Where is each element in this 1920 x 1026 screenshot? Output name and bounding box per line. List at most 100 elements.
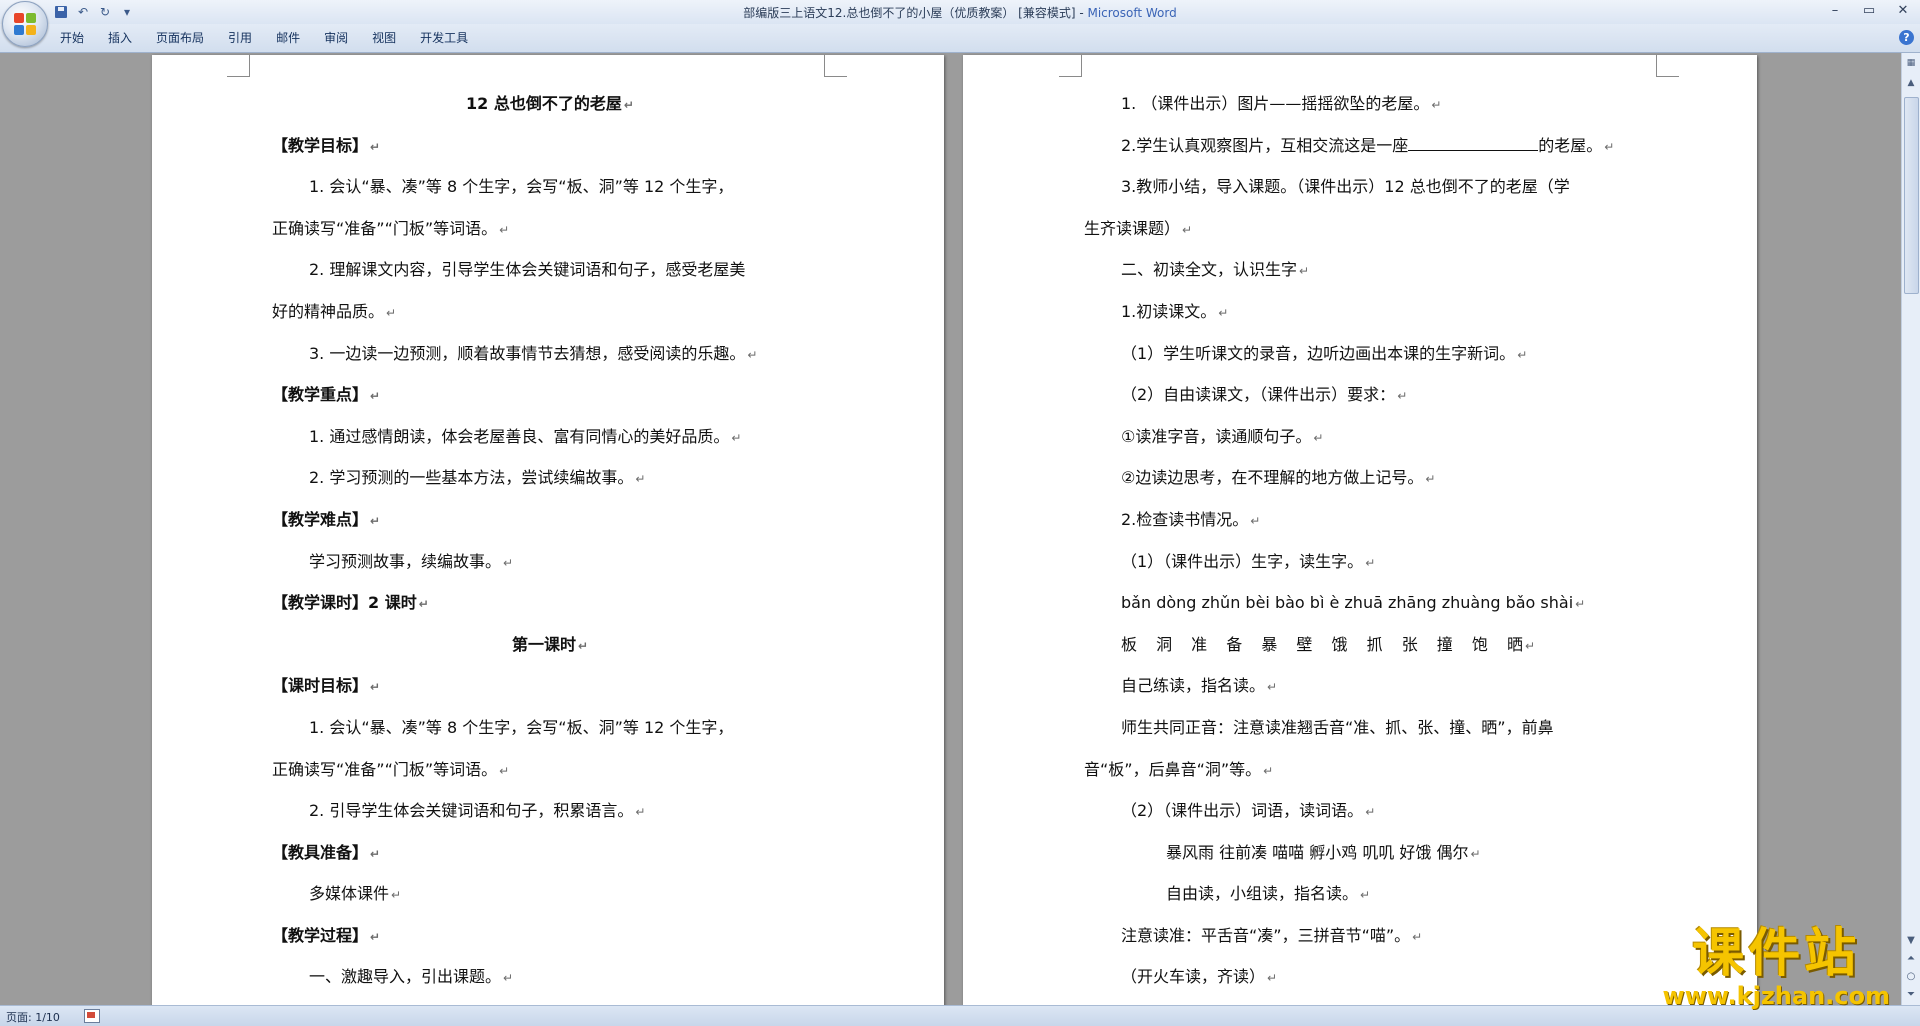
paragraph-line: 【教学重点】 ↵: [272, 374, 828, 416]
help-icon[interactable]: ?: [1899, 30, 1914, 45]
line-text: （1）（课件出示）生字，读生字。: [1121, 551, 1364, 571]
ribbon-tabs: 开始 插入 页面布局 引用 邮件 审阅 视图 开发工具: [48, 24, 480, 52]
page-2: 1. （课件出示）图片——摇摇欲坠的老屋。 ↵ 2.学生认真观察图片，互相交流这是一…: [963, 55, 1757, 1005]
paragraph-line: 生齐读课题） ↵: [1084, 208, 1654, 250]
line-text: 2. 引导学生体会关键词语和句子，积累语言。: [309, 801, 634, 821]
status-bar: 页面: 1/10: [0, 1005, 1920, 1026]
paragraph-mark-icon: ↵: [1299, 264, 1310, 279]
next-page-icon[interactable]: ⏷: [1903, 987, 1919, 1003]
paragraph-line: （开火车读，齐读） ↵: [1084, 956, 1654, 998]
paragraph-mark-icon: ↵: [577, 638, 589, 653]
document-workspace: 12 总也倒不了的老屋 ↵ 【教学目标】 ↵ 1. 会认“暴、凑”等 8 个生字，会写“…: [0, 53, 1902, 1005]
scroll-up-icon[interactable]: ▲: [1903, 75, 1919, 91]
page-2-body[interactable]: 1. （课件出示）图片——摇摇欲坠的老屋。 ↵ 2.学生认真观察图片，互相交流这是一…: [1084, 83, 1654, 998]
line-text: 1. 会认“暴、凑”等 8 个生字，会写“板、洞”等 12 个生字，: [309, 717, 734, 737]
scroll-down-icon[interactable]: ▼: [1903, 933, 1919, 949]
office-button[interactable]: [2, 1, 48, 47]
paragraph-mark-icon: ↵: [391, 888, 402, 903]
paragraph-line: 12 总也倒不了的老屋 ↵: [272, 83, 828, 125]
line-text: ②边读边思考，在不理解的地方做上记号。: [1121, 468, 1424, 488]
ribbon: 开始 插入 页面布局 引用 邮件 审阅 视图 开发工具 ?: [0, 24, 1920, 53]
line-text: 【教学目标】: [272, 135, 369, 155]
line-text: 师生共同正音：注意读准翘舌音“准、抓、张、撞、晒”，前鼻: [1121, 717, 1554, 737]
paragraph-line: 师生共同正音：注意读准翘舌音“准、抓、张、撞、晒”，前鼻: [1084, 707, 1654, 749]
paragraph-line: 1. 通过感情朗读，体会老屋善良、富有同情心的美好品质。 ↵: [272, 416, 828, 458]
paragraph-mark-icon: ↵: [1365, 805, 1376, 820]
line-text: 2.检查读书情况。: [1121, 509, 1249, 529]
paragraph-line: 【教具准备】 ↵: [272, 832, 828, 874]
line-text: 一、激趣导入，引出课题。: [309, 967, 502, 987]
paragraph-line: 正确读写“准备”“门板”等词语。 ↵: [272, 749, 828, 791]
paragraph-line: 2. 理解课文内容，引导学生体会关键词语和句子，感受老屋美: [272, 249, 828, 291]
proofing-icon[interactable]: [84, 1009, 100, 1023]
paragraph-line: 2.学生认真观察图片，互相交流这是一座 的老屋。 ↵: [1084, 125, 1654, 167]
line-text: 12 总也倒不了的老屋: [466, 94, 622, 113]
line-text: 多媒体课件: [309, 884, 390, 904]
paragraph-line: ②边读边思考，在不理解的地方做上记号。 ↵: [1084, 457, 1654, 499]
line-text: 【教学课时】2 课时: [272, 593, 417, 613]
restore-button[interactable]: ▭: [1852, 0, 1886, 20]
paragraph-mark-icon: ↵: [418, 597, 429, 612]
fill-in-blank: [1408, 136, 1539, 151]
page-count[interactable]: 页面: 1/10: [6, 1009, 60, 1025]
tab-2[interactable]: 页面布局: [144, 24, 216, 52]
tab-7[interactable]: 开发工具: [408, 24, 480, 52]
tab-1[interactable]: 插入: [96, 24, 144, 52]
crop-mark: [824, 55, 847, 77]
close-button[interactable]: ✕: [1886, 0, 1920, 20]
watermark: 课件站 www.kjzhan.com: [1663, 925, 1890, 1009]
tab-5[interactable]: 审阅: [312, 24, 360, 52]
browse-object-icon[interactable]: ○: [1903, 969, 1919, 985]
ruler-toggle-icon[interactable]: ▦: [1903, 55, 1919, 71]
tab-3[interactable]: 引用: [216, 24, 264, 52]
paragraph-line: 1. 会认“暴、凑”等 8 个生字，会写“板、洞”等 12 个生字，: [272, 707, 828, 749]
line-text: 【教学过程】: [272, 925, 369, 945]
crop-mark: [1656, 55, 1679, 77]
paragraph-line: 2.检查读书情况。 ↵: [1084, 499, 1654, 541]
paragraph-line: 自己练读，指名读。 ↵: [1084, 665, 1654, 707]
line-text: 【教学重点】: [272, 385, 369, 405]
paragraph-line: 音“板”，后鼻音“洞”等。 ↵: [1084, 749, 1654, 791]
paragraph-mark-icon: ↵: [1360, 888, 1371, 903]
paragraph-mark-icon: ↵: [1431, 98, 1442, 112]
line-text-tail: 的老屋。: [1538, 135, 1603, 155]
paragraph-mark-icon: ↵: [635, 805, 646, 820]
minimize-button[interactable]: –: [1818, 0, 1852, 20]
paragraph-line: 好的精神品质。 ↵: [272, 291, 828, 333]
paragraph-line: 【教学课时】2 课时 ↵: [272, 582, 828, 624]
line-text: 2.学生认真观察图片，互相交流这是一座: [1121, 135, 1409, 155]
line-text: 2. 学习预测的一些基本方法，尝试续编故事。: [309, 468, 634, 488]
paragraph-line: bǎn dòng zhǔn bèi bào bì è zhuā zhāng zh…: [1084, 582, 1654, 624]
tab-0[interactable]: 开始: [48, 24, 96, 52]
watermark-title: 课件站: [1692, 924, 1861, 984]
paragraph-mark-icon: ↵: [1524, 638, 1536, 653]
line-text: 1.初读课文。: [1121, 301, 1217, 321]
line-text: 3.教师小结，导入课题。（课件出示）12 总也倒不了的老屋（学: [1121, 177, 1570, 197]
paragraph-line: 学习预测故事，续编故事。 ↵: [272, 541, 828, 583]
scrollbar-thumb[interactable]: [1904, 97, 1919, 294]
paragraph-mark-icon: ↵: [499, 222, 510, 237]
window-controls: – ▭ ✕: [1818, 0, 1920, 20]
paragraph-mark-icon: ↵: [635, 472, 646, 487]
line-text: 2. 理解课文内容，引导学生体会关键词语和句子，感受老屋美: [309, 260, 746, 280]
line-text: 3. 一边读一边预测，顺着故事情节去猜想，感受阅读的乐趣。: [309, 343, 746, 363]
paragraph-line: 自由读，小组读，指名读。 ↵: [1084, 873, 1654, 915]
paragraph-mark-icon: ↵: [370, 389, 381, 404]
line-text: 【课时目标】: [272, 676, 369, 696]
page-1-body[interactable]: 12 总也倒不了的老屋 ↵ 【教学目标】 ↵ 1. 会认“暴、凑”等 8 个生字，会写“…: [272, 83, 828, 998]
paragraph-mark-icon: ↵: [1263, 763, 1274, 778]
previous-page-icon[interactable]: ⏶: [1903, 951, 1919, 967]
paragraph-line: 1. 会认“暴、凑”等 8 个生字，会写“板、洞”等 12 个生字，: [272, 166, 828, 208]
line-text: 正确读写“准备”“门板”等词语。: [272, 218, 498, 238]
tab-4[interactable]: 邮件: [264, 24, 312, 52]
line-text: （1）学生听课文的录音，边听边画出本课的生字新词。: [1121, 343, 1516, 363]
paragraph-line: （2）自由读课文，（课件出示）要求： ↵: [1084, 374, 1654, 416]
paragraph-mark-icon: ↵: [370, 139, 381, 154]
paragraph-line: （2）（课件出示）词语，读词语。 ↵: [1084, 790, 1654, 832]
tab-6[interactable]: 视图: [360, 24, 408, 52]
vertical-scrollbar[interactable]: ▦ ▲ ▼ ⏶ ○ ⏷: [1901, 53, 1920, 1005]
paragraph-mark-icon: ↵: [1365, 555, 1376, 570]
paragraph-line: 正确读写“准备”“门板”等词语。 ↵: [272, 208, 828, 250]
line-text: 【教具准备】: [272, 842, 369, 862]
line-text: 板 洞 准 备 暴 壁 饿 抓 张 撞 饱 晒: [1121, 634, 1523, 654]
